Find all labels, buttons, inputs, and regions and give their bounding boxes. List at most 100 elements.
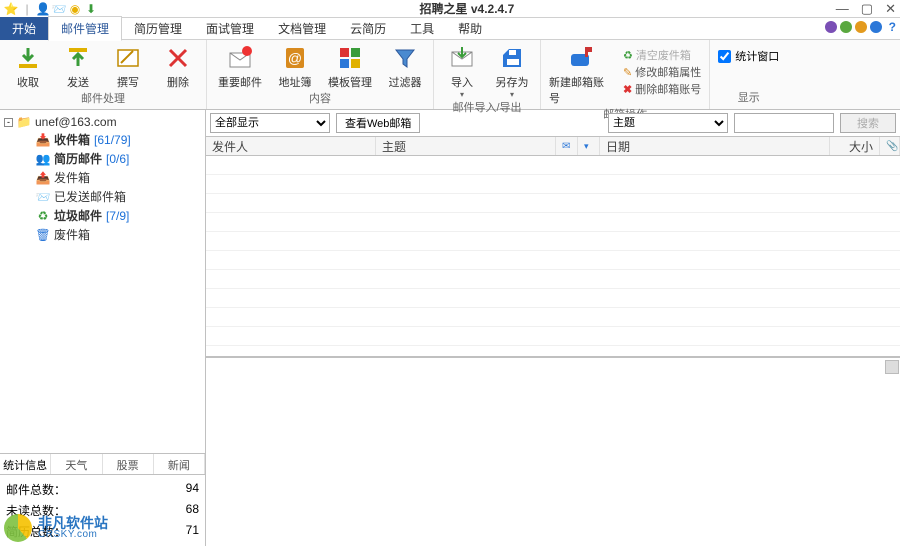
table-row (206, 270, 900, 289)
edit-account-button[interactable]: ✎修改邮箱属性 (623, 64, 701, 80)
dropdown-icon: ▾ (510, 90, 514, 99)
stats-mail-total-label: 邮件总数： (6, 481, 66, 498)
tree-sent[interactable]: 📨已发送邮件箱 (4, 187, 201, 206)
close-button[interactable]: ✕ (885, 1, 896, 17)
compose-button[interactable]: 撰写 (108, 44, 148, 90)
search-input[interactable] (734, 113, 834, 133)
search-button[interactable]: 搜索 (840, 113, 896, 133)
col-date[interactable]: 日期 (600, 137, 830, 155)
table-row (206, 289, 900, 308)
table-row (206, 213, 900, 232)
tree-account[interactable]: -📁unef@163.com (4, 114, 201, 130)
status-dot-blue-icon (870, 21, 882, 33)
empty-trash-button[interactable]: ♻清空废件箱 (623, 47, 701, 63)
search-field-select[interactable]: 主题 (608, 113, 728, 133)
pencil-icon: ✎ (623, 66, 632, 79)
tree-resume-mail[interactable]: 👥简历邮件 [0/6] (4, 149, 201, 168)
delete-button[interactable]: 删除 (158, 44, 198, 90)
folder-icon: 📁 (17, 115, 31, 129)
tab-tools[interactable]: 工具 (398, 17, 446, 40)
tree-outbox[interactable]: 📤发件箱 (4, 168, 201, 187)
import-button[interactable]: 导入▾ (442, 44, 482, 99)
maximize-button[interactable]: ▢ (861, 1, 873, 17)
tab-resume-management[interactable]: 简历管理 (122, 17, 194, 40)
col-attachment[interactable]: 📎 (880, 137, 900, 155)
tree-trash[interactable]: 🗑废件箱 (4, 225, 201, 244)
recycle-icon: ♻ (36, 209, 50, 223)
view-webmail-button[interactable]: 查看Web邮箱 (336, 113, 420, 133)
col-sender[interactable]: 发件人 (206, 137, 376, 155)
filter-icon (391, 44, 419, 72)
stats-unread-value: 68 (186, 502, 199, 519)
sidebar-tab-stats[interactable]: 统计信息 (0, 454, 51, 474)
mail-preview-pane (206, 356, 900, 546)
window-title: 招聘之星 v4.2.4.7 (98, 0, 836, 17)
outbox-icon: 📤 (36, 171, 50, 185)
table-row (206, 175, 900, 194)
important-mail-button[interactable]: 重要邮件 (215, 44, 265, 90)
minus-icon[interactable]: - (4, 118, 13, 127)
col-size[interactable]: 大小 (830, 137, 880, 155)
delete-account-button[interactable]: ✖删除邮箱账号 (623, 81, 701, 97)
show-filter-select[interactable]: 全部显示 (210, 113, 330, 133)
chevron-down-icon: ▾ (584, 141, 589, 152)
stats-window-checkbox[interactable]: 统计窗口 (718, 44, 779, 64)
status-dot-orange-icon (855, 21, 867, 33)
saveas-button[interactable]: 另存为▾ (492, 44, 532, 99)
mail-icon[interactable]: 📨 (52, 2, 66, 16)
sidebar-tab-weather[interactable]: 天气 (51, 454, 102, 474)
tab-document-management[interactable]: 文档管理 (266, 17, 338, 40)
table-row (206, 327, 900, 346)
trash-icon: 🗑 (36, 228, 50, 242)
download-icon[interactable]: ⬇ (84, 2, 98, 16)
compose-icon (114, 44, 142, 72)
table-row (206, 194, 900, 213)
flag-icon (226, 44, 254, 72)
sent-icon: 📨 (36, 190, 50, 204)
send-button[interactable]: 发送 (58, 44, 98, 90)
address-book-button[interactable]: @地址簿 (275, 44, 315, 90)
group-display: 显示 (718, 89, 779, 107)
mail-grid-body[interactable] (206, 156, 900, 356)
tab-start[interactable]: 开始 (0, 17, 48, 40)
table-row (206, 308, 900, 327)
scrollbar-thumb[interactable] (885, 360, 899, 374)
user-icon[interactable]: 👤 (36, 2, 50, 16)
minimize-button[interactable]: — (836, 1, 849, 17)
import-icon (448, 44, 476, 72)
divider-icon: | (20, 2, 34, 16)
col-subject[interactable]: 主题 (376, 137, 556, 155)
sidebar-tab-news[interactable]: 新闻 (154, 454, 205, 474)
template-icon (336, 44, 364, 72)
tab-help[interactable]: 帮助 (446, 17, 494, 40)
col-sort[interactable]: ▾ (578, 137, 600, 155)
sidebar-tab-stock[interactable]: 股票 (103, 454, 154, 474)
inbox-icon: 📥 (36, 133, 50, 147)
x-icon: ✖ (623, 83, 632, 96)
status-dot-purple-icon (825, 21, 837, 33)
coin-icon[interactable]: ◉ (68, 2, 82, 16)
star-icon[interactable]: ⭐ (4, 2, 18, 16)
tab-mail-management[interactable]: 邮件管理 (48, 16, 122, 41)
tree-inbox[interactable]: 📥收件箱 [61/79] (4, 130, 201, 149)
mailbox-icon (567, 44, 595, 72)
status-dot-green-icon (840, 21, 852, 33)
folder-tree: -📁unef@163.com 📥收件箱 [61/79] 👥简历邮件 [0/6] … (0, 110, 205, 453)
delete-icon (164, 44, 192, 72)
filter-button[interactable]: 过滤器 (385, 44, 425, 90)
quick-access-toolbar: ⭐ | 👤 📨 ◉ ⬇ (4, 2, 98, 16)
stats-panel: 邮件总数：94 未读总数：68 简历总数：71 (0, 475, 205, 546)
tab-interview-management[interactable]: 面试管理 (194, 17, 266, 40)
new-account-button[interactable]: 新建邮箱账号 (549, 44, 613, 106)
help-icon[interactable]: ? (889, 20, 896, 34)
saveas-icon (498, 44, 526, 72)
receive-button[interactable]: 收取 (8, 44, 48, 90)
stats-mail-total-value: 94 (186, 481, 199, 498)
tree-junk[interactable]: ♻垃圾邮件 [7/9] (4, 206, 201, 225)
template-button[interactable]: 模板管理 (325, 44, 375, 90)
col-attach[interactable]: ✉ (556, 137, 578, 155)
group-content: 内容 (215, 90, 425, 108)
group-mail-processing: 邮件处理 (8, 90, 198, 108)
resume-icon: 👥 (36, 152, 50, 166)
tab-cloud-resume[interactable]: 云简历 (338, 17, 398, 40)
